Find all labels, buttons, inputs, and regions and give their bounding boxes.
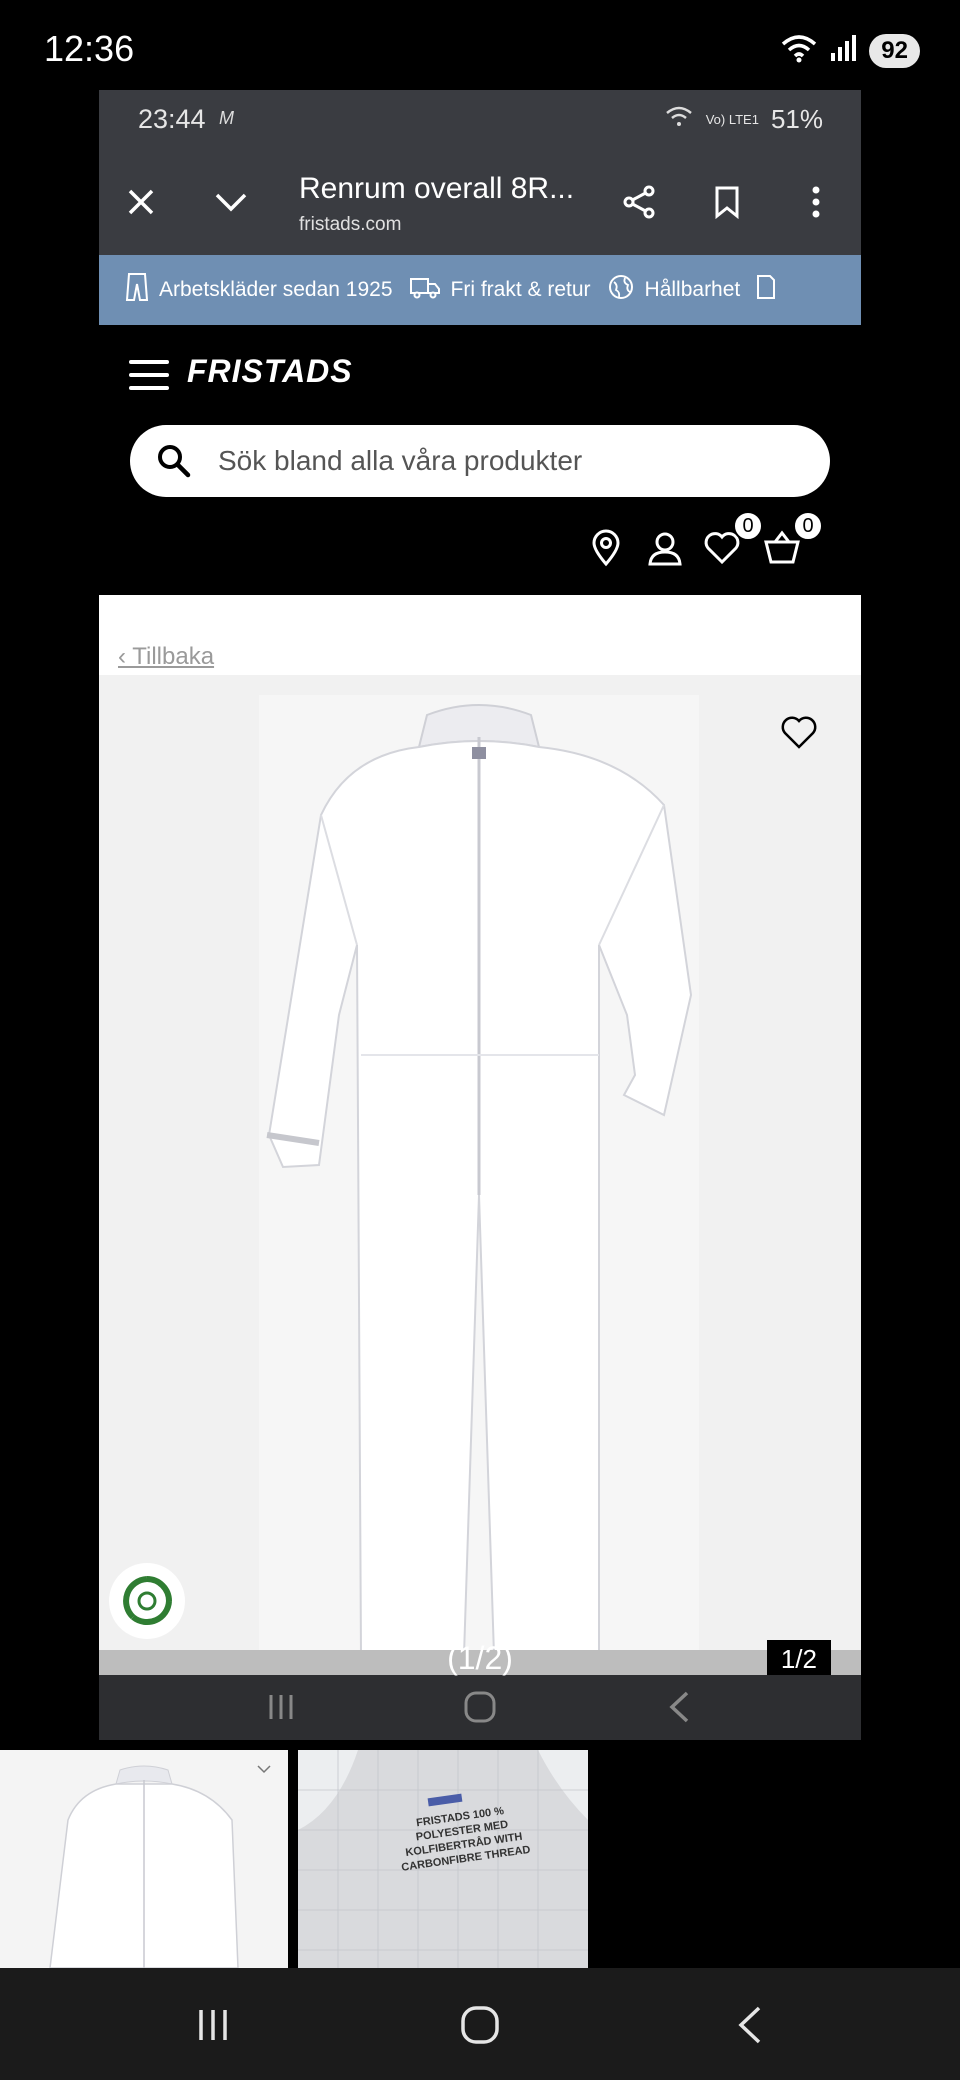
battery-indicator: 92 bbox=[869, 33, 920, 68]
coverall-thumbnail-image bbox=[0, 1750, 288, 1968]
outer-clock: 12:36 bbox=[44, 28, 135, 69]
share-icon[interactable] bbox=[617, 180, 661, 224]
back-link[interactable]: ‹ Tillbaka bbox=[118, 643, 214, 671]
promo-label: Hållbarhet bbox=[644, 278, 741, 301]
inner-clock: 23:44 bbox=[138, 104, 206, 134]
promo-banner: Arbetskläder sedan 1925 Fri frakt & retu… bbox=[99, 255, 861, 325]
inner-wifi-icon bbox=[664, 104, 694, 135]
inner-battery-text: 51% bbox=[770, 104, 823, 134]
promo-item-history[interactable]: Arbetskläder sedan 1925 bbox=[125, 272, 393, 308]
menu-icon[interactable] bbox=[129, 360, 169, 392]
product-page: ‹ Tillbaka 1/2 bbox=[99, 595, 861, 1740]
thumbnail-1[interactable] bbox=[0, 1750, 288, 1968]
globe-icon bbox=[607, 273, 635, 307]
page-title: Renrum overall 8R... bbox=[299, 172, 575, 205]
home-icon[interactable] bbox=[455, 2000, 505, 2050]
promo-item-sustainability[interactable]: Hållbarhet bbox=[607, 273, 741, 307]
truck-icon bbox=[409, 275, 441, 305]
network-label: Vo) LTE1 bbox=[705, 112, 759, 127]
viewer-nav-bar bbox=[99, 1675, 861, 1740]
search-icon bbox=[156, 443, 192, 484]
outer-status-icons: 92 bbox=[779, 32, 920, 69]
inner-status-bar: 23:44 M Vo) LTE1 51% bbox=[99, 90, 861, 150]
document-icon bbox=[756, 274, 776, 306]
back-icon[interactable] bbox=[724, 2000, 774, 2050]
back-icon[interactable] bbox=[657, 1685, 701, 1729]
page-url: fristads.com bbox=[299, 214, 402, 235]
outer-status-bar: 12:36 92 bbox=[0, 0, 960, 90]
signal-icon bbox=[829, 33, 859, 68]
wishlist-icon[interactable]: 0 bbox=[699, 511, 763, 571]
search-input[interactable]: Sök bland alla våra produkter bbox=[130, 425, 830, 497]
more-menu-icon[interactable] bbox=[794, 180, 838, 224]
account-icon[interactable] bbox=[642, 525, 688, 571]
recents-icon[interactable] bbox=[188, 2000, 238, 2050]
recycle-badge-icon bbox=[109, 1563, 185, 1639]
inner-status-icons: Vo) LTE1 51% bbox=[664, 104, 823, 135]
wifi-icon bbox=[779, 32, 819, 69]
location-pin-icon[interactable] bbox=[583, 525, 629, 571]
close-icon[interactable] bbox=[119, 180, 163, 224]
product-gallery[interactable] bbox=[99, 675, 861, 1650]
brand-logo[interactable]: FRISTADS bbox=[187, 353, 353, 390]
trousers-icon bbox=[125, 272, 149, 308]
home-icon[interactable] bbox=[458, 1685, 502, 1729]
promo-label: Fri frakt & retur bbox=[450, 278, 591, 301]
promo-label: Arbetskläder sedan 1925 bbox=[159, 278, 393, 301]
cart-icon[interactable]: 0 bbox=[759, 511, 823, 571]
header-tools: 0 0 bbox=[99, 511, 861, 575]
search-placeholder: Sök bland alla våra produkter bbox=[218, 445, 583, 476]
favorite-heart-icon[interactable] bbox=[779, 715, 819, 756]
viewer-page-indicator: (1/2) bbox=[447, 1640, 513, 1676]
site-header: FRISTADS Sök bland alla våra produkter 0… bbox=[99, 325, 861, 595]
bookmark-icon[interactable] bbox=[705, 180, 749, 224]
coverall-product-image bbox=[259, 695, 699, 1650]
thumbnail-2[interactable]: FRISTADS 100 % POLYESTER MED KOLFIBERTRÅ… bbox=[298, 1750, 588, 1968]
system-nav-bar bbox=[0, 1968, 960, 2080]
cart-count-badge: 0 bbox=[793, 511, 823, 541]
promo-item-shipping[interactable]: Fri frakt & retur bbox=[409, 275, 591, 305]
recents-icon[interactable] bbox=[259, 1685, 303, 1729]
carrier-icon: M bbox=[219, 108, 234, 128]
promo-item-more[interactable] bbox=[756, 274, 776, 306]
browser-toolbar: Renrum overall 8R... fristads.com bbox=[99, 150, 861, 255]
embedded-screenshot: 23:44 M Vo) LTE1 51% Renrum overall 8R..… bbox=[99, 90, 861, 1740]
chevron-down-icon[interactable] bbox=[209, 180, 253, 224]
